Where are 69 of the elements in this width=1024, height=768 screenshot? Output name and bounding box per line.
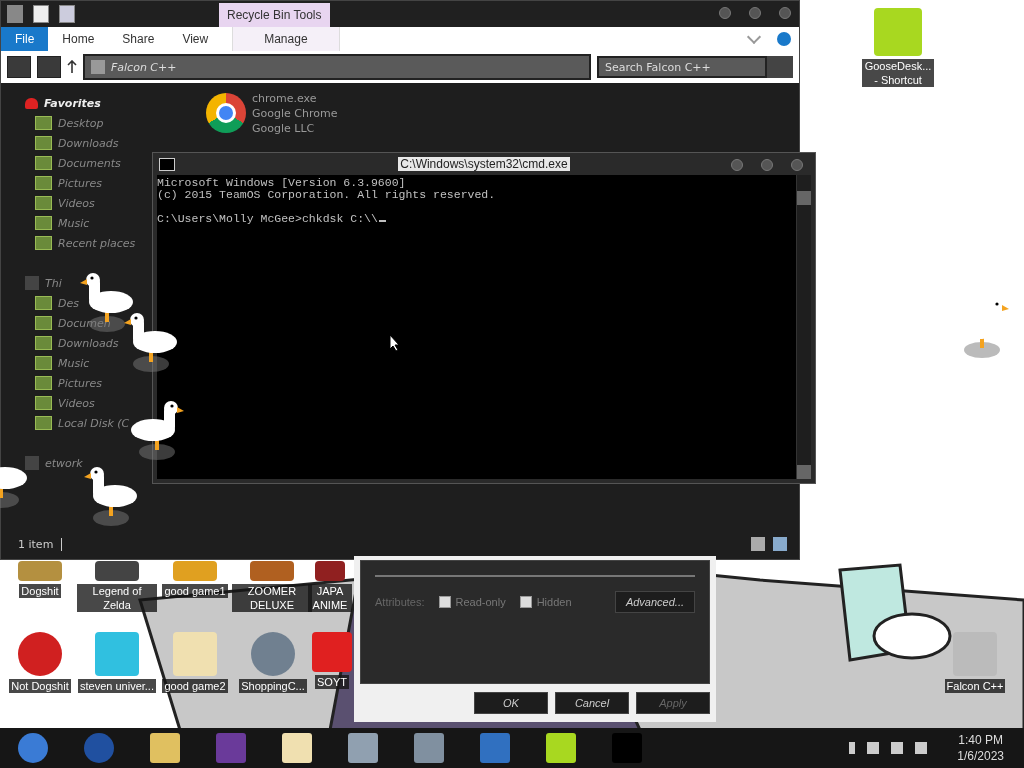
sidebar-group[interactable]: Thi (45, 276, 62, 290)
desktop-icon-label[interactable]: JAPA ANIME (308, 584, 352, 612)
desktop-icon-label[interactable]: good game2 (162, 679, 228, 693)
sidebar-item[interactable]: Videos (58, 396, 95, 410)
address-bar[interactable]: Falcon C++ (83, 54, 591, 80)
search-button[interactable] (767, 56, 793, 78)
search-field[interactable]: Search Falcon C++ (597, 56, 767, 78)
context-tab-header: Recycle Bin Tools (219, 3, 330, 27)
minimize-button[interactable] (719, 7, 731, 19)
desktop-icon-label[interactable]: Not Dogshit (9, 679, 71, 693)
checkbox[interactable] (519, 596, 532, 608)
address-text: Falcon C++ (111, 60, 177, 74)
sidebar-item[interactable]: Local Disk (C (58, 416, 130, 430)
sidebar-item[interactable]: Documen (58, 316, 111, 330)
sidebar-item[interactable]: Recent places (58, 236, 136, 250)
clock-time[interactable]: 1:40 PM (958, 732, 1003, 748)
desktop-icon-label[interactable]: ShoppingC... (239, 679, 307, 693)
status-text: 1 item (18, 537, 63, 551)
heart-icon (25, 97, 38, 109)
app-icon[interactable] (18, 632, 62, 676)
back-button[interactable] (7, 56, 31, 78)
details-view-icon[interactable] (751, 537, 765, 551)
maximize-button[interactable] (749, 7, 761, 19)
file-company: Google LLC (252, 121, 316, 136)
minimize-button[interactable] (731, 159, 743, 171)
file-name[interactable]: chrome.exe (252, 91, 338, 106)
clock-date[interactable]: 1/6/2023 (957, 748, 1004, 764)
dialog-button[interactable]: OK (474, 692, 548, 714)
file-description: Google Chrome (252, 106, 338, 121)
sidebar-item[interactable]: Pictures (58, 376, 103, 390)
desktop-icon-label[interactable]: good game1 (162, 584, 228, 598)
attributes-label: Attributes: (375, 596, 425, 608)
console-line: C:\Users\Molly McGee>chkdsk C:\\ (157, 201, 386, 225)
close-button[interactable] (779, 7, 791, 19)
maximize-button[interactable] (761, 159, 773, 171)
sidebar-group[interactable]: Favorites (44, 96, 101, 110)
sidebar-item[interactable]: Downloads (58, 136, 119, 150)
forward-button[interactable] (37, 56, 61, 78)
ribbon-tab[interactable]: Manage (232, 27, 340, 51)
console-line: Microsoft Windows [Version 6.3.9600] (157, 177, 406, 189)
sidebar-item[interactable]: Music (58, 356, 90, 370)
goose-drawing (84, 466, 138, 526)
mouse-pointer-icon (390, 335, 400, 351)
checkbox[interactable] (438, 596, 451, 608)
tiles-view-icon[interactable] (773, 537, 787, 551)
sidebar-item[interactable]: Downloads (58, 336, 119, 350)
close-button[interactable] (791, 159, 803, 171)
window-title: C:\Windows\system32\cmd.exe (398, 157, 570, 171)
scroll-up-button[interactable] (797, 191, 811, 205)
advanced-button[interactable]: Advanced... (614, 591, 695, 613)
sidebar-item[interactable]: Pictures (58, 176, 103, 190)
console-line: (c) 2015 TeamOS Corporation. All rights reserved. (157, 189, 496, 201)
ribbon-tab[interactable]: File (1, 27, 49, 51)
sidebar-item[interactable]: Desktop (58, 116, 104, 130)
sidebar-item[interactable]: Videos (58, 196, 95, 210)
desktop-icon-label[interactable]: Falcon C++ (944, 679, 1006, 693)
sidebar-group[interactable]: etwork (45, 456, 83, 470)
help-icon[interactable] (777, 32, 791, 46)
desktop-icon-label[interactable]: SOYT (315, 675, 349, 689)
dialog-button[interactable]: Cancel (555, 692, 629, 714)
up-arrow-icon[interactable] (67, 60, 77, 74)
sidebar-item[interactable]: Music (58, 216, 90, 230)
desktop-icon-label[interactable]: steven univer... (78, 679, 156, 693)
sidebar-item[interactable]: Des (58, 296, 79, 310)
desktop-icon-label[interactable]: Dogshit (19, 584, 61, 598)
desktop-icon-label[interactable]: Legend of Zelda (77, 584, 157, 612)
scroll-down-button[interactable] (797, 465, 811, 479)
desktop-icon-label[interactable]: GooseDesk... - Shortcut (862, 59, 934, 87)
sidebar-item[interactable]: Documents (58, 156, 121, 170)
